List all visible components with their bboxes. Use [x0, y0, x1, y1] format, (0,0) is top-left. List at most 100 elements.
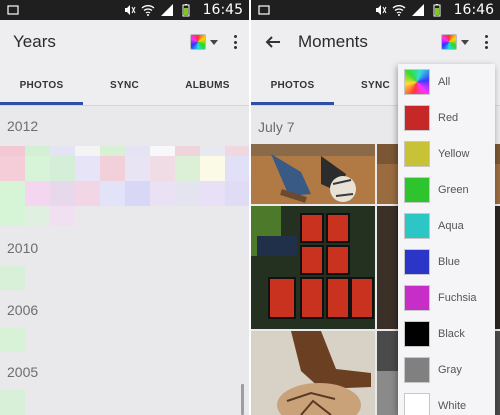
battery-icon [433, 4, 441, 17]
tab-albums[interactable]: ALBUMS [166, 64, 249, 106]
color-option-aqua[interactable]: Aqua [398, 208, 495, 244]
photo-tile[interactable] [75, 146, 100, 156]
photo-tile[interactable] [25, 206, 50, 226]
tab-photos[interactable]: PHOTOS [251, 64, 334, 106]
years-screen: 16:45 Years PHOTOS SYNC ALBUMS 2012 2010… [0, 0, 249, 415]
photo-tile[interactable] [150, 146, 175, 156]
photo-thumbnail[interactable] [251, 144, 375, 204]
photo-tile[interactable] [0, 390, 25, 415]
photo-tile[interactable] [225, 156, 249, 181]
color-filter-button[interactable] [441, 32, 473, 52]
wifi-icon [141, 5, 155, 16]
color-filter-button[interactable] [190, 32, 222, 52]
photo-tile[interactable] [175, 156, 200, 181]
photo-tile[interactable] [50, 181, 75, 206]
wifi-icon [392, 5, 406, 16]
photo-tile[interactable] [100, 181, 125, 206]
photo-tile[interactable] [75, 181, 100, 206]
color-option-label: Green [438, 184, 469, 196]
color-option-label: Gray [438, 364, 462, 376]
app-bar: Years [0, 20, 249, 64]
color-option-red[interactable]: Red [398, 100, 495, 136]
color-option-label: All [438, 76, 451, 88]
status-bar: 16:45 [0, 0, 249, 20]
tab-bar: PHOTOS SYNC ALBUMS [0, 64, 249, 106]
photo-tile[interactable] [150, 156, 175, 181]
photo-tile[interactable] [200, 181, 225, 206]
swatch-green [404, 177, 430, 203]
tab-indicator [251, 102, 334, 105]
photo-tile[interactable] [0, 156, 25, 181]
swatch-yellow [404, 141, 430, 167]
photo-tile[interactable] [225, 181, 249, 206]
color-option-blue[interactable]: Blue [398, 244, 495, 280]
photo-tile[interactable] [0, 328, 25, 352]
app-bar: Moments [251, 20, 500, 64]
more-vert-icon[interactable] [229, 32, 241, 52]
color-option-white[interactable]: White [398, 388, 495, 415]
photo-tile[interactable] [0, 206, 25, 226]
photo-thumbnail[interactable] [251, 206, 375, 329]
color-palette-icon [441, 34, 457, 50]
photo-tile[interactable] [100, 156, 125, 181]
photo-tile[interactable] [175, 146, 200, 156]
year-header-2005: 2005 [7, 364, 39, 380]
photo-tile[interactable] [125, 181, 150, 206]
chevron-down-icon [210, 39, 218, 45]
signal-icon [412, 4, 424, 16]
photo-tile[interactable] [0, 146, 25, 156]
swatch-all [404, 69, 430, 95]
photo-tile[interactable] [0, 266, 25, 290]
color-option-yellow[interactable]: Yellow [398, 136, 495, 172]
years-list[interactable]: 2012 2010 2006 2005 [0, 106, 249, 415]
photo-tile[interactable] [150, 181, 175, 206]
color-option-black[interactable]: Black [398, 316, 495, 352]
photo-tile[interactable] [225, 146, 249, 156]
tab-indicator [0, 102, 83, 105]
year-header-2006: 2006 [7, 302, 39, 318]
color-option-fuchsia[interactable]: Fuchsia [398, 280, 495, 316]
photo-thumbnail[interactable] [251, 331, 375, 415]
photo-tile[interactable] [200, 146, 225, 156]
photo-tile[interactable] [75, 156, 100, 181]
photo-tile[interactable] [25, 156, 50, 181]
color-option-label: White [438, 400, 467, 412]
photo-tile[interactable] [50, 156, 75, 181]
year-header-2010: 2010 [7, 240, 39, 256]
color-option-gray[interactable]: Gray [398, 352, 495, 388]
status-icons [122, 3, 193, 17]
photo-tile[interactable] [125, 146, 150, 156]
photo-tile[interactable] [50, 206, 75, 226]
color-option-all[interactable]: All [398, 64, 495, 100]
more-vert-icon[interactable] [480, 32, 492, 52]
swatch-black [404, 321, 430, 347]
color-palette-icon [190, 34, 206, 50]
photo-tile[interactable] [0, 181, 25, 206]
arrow-left-icon[interactable] [261, 30, 285, 54]
status-time: 16:45 [202, 2, 243, 18]
photo-tile[interactable] [125, 156, 150, 181]
tab-photos[interactable]: PHOTOS [0, 64, 83, 106]
mute-icon [125, 5, 136, 15]
tab-sync[interactable]: SYNC [83, 64, 166, 106]
photo-tile[interactable] [25, 181, 50, 206]
scrollbar[interactable] [241, 384, 244, 415]
photo-tile[interactable] [50, 146, 75, 156]
photo-tile[interactable] [100, 146, 125, 156]
moment-date-header: July 7 [258, 119, 295, 135]
color-option-label: Yellow [438, 148, 470, 160]
page-title: Moments [298, 32, 368, 51]
swatch-blue [404, 249, 430, 275]
status-time: 16:46 [453, 2, 494, 18]
color-option-label: Blue [438, 256, 461, 268]
battery-icon [182, 4, 190, 17]
photo-tile[interactable] [175, 181, 200, 206]
photo-tile[interactable] [25, 146, 50, 156]
color-option-label: Black [438, 328, 465, 340]
notification-icon [258, 5, 270, 15]
photo-tile[interactable] [200, 156, 225, 181]
color-option-green[interactable]: Green [398, 172, 495, 208]
swatch-gray [404, 357, 430, 383]
color-option-label: Red [438, 112, 459, 124]
swatch-aqua [404, 213, 430, 239]
